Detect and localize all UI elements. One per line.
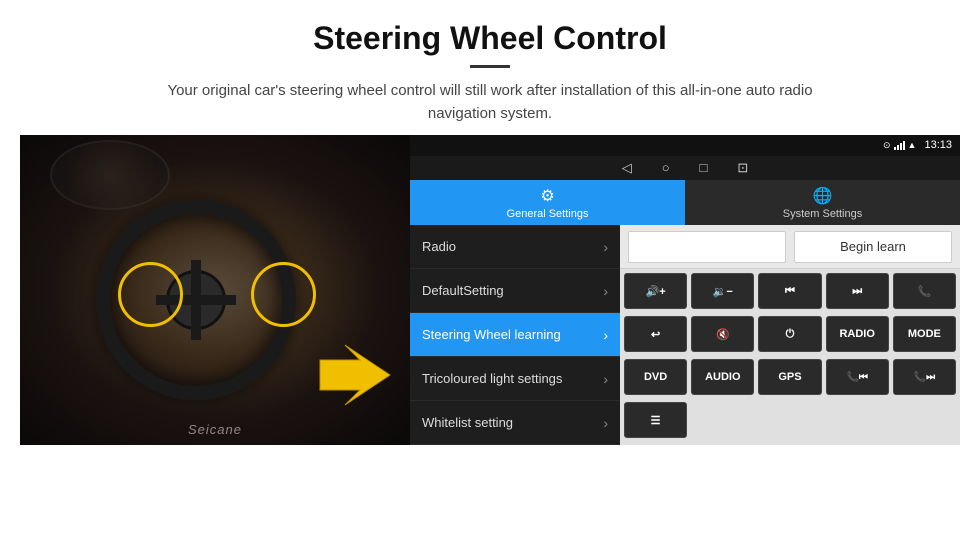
highlight-right <box>251 262 316 327</box>
signal-bar-2 <box>897 145 899 150</box>
audio-button[interactable]: AUDIO <box>691 359 754 395</box>
tab-general-label: General Settings <box>507 208 589 220</box>
phone-icon: 📞 <box>918 285 932 298</box>
nav-recent-icon[interactable]: □ <box>700 160 708 175</box>
tel-prev-icon: 📞⏮ <box>846 372 867 383</box>
next-track-button[interactable]: ⏭ <box>826 273 889 309</box>
nav-menu-icon[interactable]: ⊡ <box>737 160 748 176</box>
gps-label: GPS <box>778 371 801 383</box>
watermark: Seicane <box>188 422 242 437</box>
signal-bar-1 <box>894 147 896 150</box>
android-panel: ⊙ ▲ 13:13 ◁ ○ □ ⊡ <box>410 135 960 445</box>
vol-up-icon: 🔊+ <box>646 285 666 298</box>
main-content: Radio › DefaultSetting › Steering Wheel … <box>410 225 960 445</box>
arrow-container <box>310 340 400 415</box>
radio-button[interactable]: RADIO <box>826 316 889 352</box>
car-image-bg: Seicane <box>20 135 410 445</box>
tab-system-settings[interactable]: 🌐 System Settings <box>685 180 960 225</box>
menu-radio-label: Radio <box>422 239 456 254</box>
menu-tricoloured-chevron: › <box>603 371 608 387</box>
mode-label: MODE <box>908 328 941 340</box>
tel-next-button[interactable]: 📞⏭ <box>893 359 956 395</box>
audio-label: AUDIO <box>705 371 740 383</box>
begin-learn-row: Begin learn <box>620 225 960 269</box>
prev-track-button[interactable]: ⏮ <box>758 273 821 309</box>
dvd-label: DVD <box>644 371 667 383</box>
tab-bar: ⚙ General Settings 🌐 System Settings <box>410 180 960 225</box>
signal-bars <box>894 140 905 150</box>
menu-whitelist-chevron: › <box>603 415 608 431</box>
page-subtitle: Your original car's steering wheel contr… <box>140 80 840 125</box>
back-icon: ↩ <box>651 328 660 341</box>
page-wrapper: Steering Wheel Control Your original car… <box>0 0 980 445</box>
signal-bar-4 <box>903 141 905 150</box>
status-icons: ⊙ ▲ <box>883 140 916 151</box>
page-header: Steering Wheel Control Your original car… <box>0 0 980 135</box>
menu-radio-chevron: › <box>603 239 608 255</box>
car-image: Seicane <box>20 135 410 445</box>
menu-steeringwheel-chevron: › <box>603 327 608 343</box>
next-track-icon: ⏭ <box>852 285 862 298</box>
power-button[interactable]: ⏻ <box>758 316 821 352</box>
steering-wheel <box>96 200 296 400</box>
status-time: 13:13 <box>924 139 952 151</box>
list-icon: ☰ <box>651 414 661 427</box>
vol-down-icon: 🔉− <box>713 285 733 298</box>
power-icon: ⏻ <box>786 328 795 341</box>
vol-down-button[interactable]: 🔉− <box>691 273 754 309</box>
signal-bar-3 <box>900 143 902 150</box>
left-menu: Radio › DefaultSetting › Steering Wheel … <box>410 225 620 445</box>
menu-item-tricoloured[interactable]: Tricoloured light settings › <box>410 357 620 401</box>
system-settings-icon: 🌐 <box>813 186 833 206</box>
phone-button[interactable]: 📞 <box>893 273 956 309</box>
tab-general-settings[interactable]: ⚙ General Settings <box>410 180 685 225</box>
vol-up-button[interactable]: 🔊+ <box>624 273 687 309</box>
mode-button[interactable]: MODE <box>893 316 956 352</box>
title-divider <box>470 65 510 68</box>
menu-tricoloured-label: Tricoloured light settings <box>422 371 562 386</box>
nav-bar: ◁ ○ □ ⊡ <box>410 156 960 180</box>
general-settings-icon: ⚙ <box>540 186 554 206</box>
menu-whitelist-label: Whitelist setting <box>422 415 513 430</box>
wifi-icon: ▲ <box>908 140 917 150</box>
menu-steeringwheel-label: Steering Wheel learning <box>422 327 561 342</box>
page-title: Steering Wheel Control <box>40 20 940 57</box>
nav-home-icon[interactable]: ○ <box>662 160 670 175</box>
mute-icon: 🔇 <box>716 328 730 341</box>
menu-item-radio[interactable]: Radio › <box>410 225 620 269</box>
prev-track-icon: ⏮ <box>785 285 795 298</box>
menu-item-whitelist[interactable]: Whitelist setting › <box>410 401 620 445</box>
begin-learn-button[interactable]: Begin learn <box>794 231 952 263</box>
gps-button[interactable]: GPS <box>758 359 821 395</box>
radio-label: RADIO <box>839 328 874 340</box>
empty-input-box <box>628 231 786 263</box>
right-panel: Begin learn 🔊+ 🔉− ⏮ <box>620 225 960 445</box>
nav-back-icon[interactable]: ◁ <box>622 160 632 176</box>
sw-spoke-vertical <box>191 260 201 340</box>
back-button[interactable]: ↩ <box>624 316 687 352</box>
menu-item-steeringwheel[interactable]: Steering Wheel learning › <box>410 313 620 357</box>
location-icon: ⊙ <box>883 140 891 151</box>
status-bar: ⊙ ▲ 13:13 <box>410 135 960 156</box>
content-area: Seicane ⊙ ▲ 13:13 <box>0 135 980 445</box>
menu-defaultsetting-label: DefaultSetting <box>422 283 504 298</box>
button-grid: 🔊+ 🔉− ⏮ ⏭ 📞 <box>620 269 960 445</box>
tab-system-label: System Settings <box>783 208 862 220</box>
list-button[interactable]: ☰ <box>624 402 687 438</box>
mute-button[interactable]: 🔇 <box>691 316 754 352</box>
tel-next-icon: 📞⏭ <box>914 372 935 383</box>
menu-item-defaultsetting[interactable]: DefaultSetting › <box>410 269 620 313</box>
menu-defaultsetting-chevron: › <box>603 283 608 299</box>
arrow-icon <box>310 340 400 410</box>
highlight-left <box>118 262 183 327</box>
dvd-button[interactable]: DVD <box>624 359 687 395</box>
tel-prev-button[interactable]: 📞⏮ <box>826 359 889 395</box>
